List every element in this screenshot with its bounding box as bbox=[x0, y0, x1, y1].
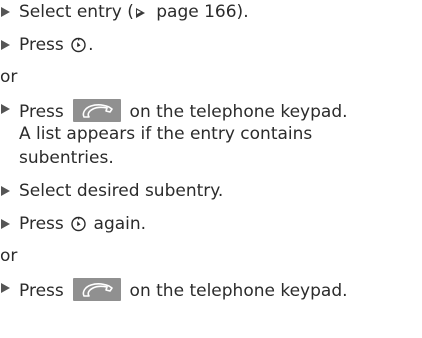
instruction-text: Select entry ( page 166). Press . or Pre… bbox=[0, 0, 422, 338]
step-select-entry: Select entry ( page 166). bbox=[0, 2, 249, 24]
step-marker-icon bbox=[1, 186, 10, 196]
step-text: Press bbox=[19, 281, 70, 301]
step-text: Select entry ( bbox=[19, 2, 134, 22]
phone-send-key-icon bbox=[73, 278, 122, 301]
step-marker-icon bbox=[1, 283, 10, 293]
page-reference-icon bbox=[135, 8, 145, 18]
phone-send-key-icon bbox=[73, 99, 122, 122]
step-text: Press bbox=[19, 102, 70, 122]
step-text: on the telephone keypad. bbox=[124, 102, 348, 122]
controller-knob-icon bbox=[71, 37, 86, 53]
step-text: Press bbox=[19, 35, 70, 55]
step-press-controller: Press . bbox=[0, 35, 94, 57]
step-text: Select desired subentry. bbox=[19, 181, 224, 201]
step-press-phone-key: Press on the telephone keypad. bbox=[0, 99, 348, 122]
step-select-subentry: Select desired subentry. bbox=[0, 181, 223, 203]
step-press-phone-key: Press on the telephone keypad. bbox=[0, 278, 348, 301]
step-press-controller-again: Press again. bbox=[0, 214, 146, 236]
or-separator: or bbox=[0, 67, 18, 87]
step-text: on the telephone keypad. bbox=[124, 281, 348, 301]
step-marker-icon bbox=[1, 40, 10, 50]
step-text: Press bbox=[19, 214, 70, 234]
step-text: again. bbox=[88, 214, 147, 234]
step-marker-icon bbox=[1, 219, 10, 229]
step-marker-icon bbox=[1, 7, 10, 17]
step-continuation: A list appears if the entry contains bbox=[19, 124, 313, 144]
step-text: page 166). bbox=[150, 2, 249, 22]
or-separator: or bbox=[0, 246, 18, 266]
step-marker-icon bbox=[1, 104, 10, 114]
step-text: . bbox=[88, 35, 94, 55]
step-continuation: subentries. bbox=[19, 148, 114, 168]
controller-knob-icon bbox=[71, 216, 86, 232]
